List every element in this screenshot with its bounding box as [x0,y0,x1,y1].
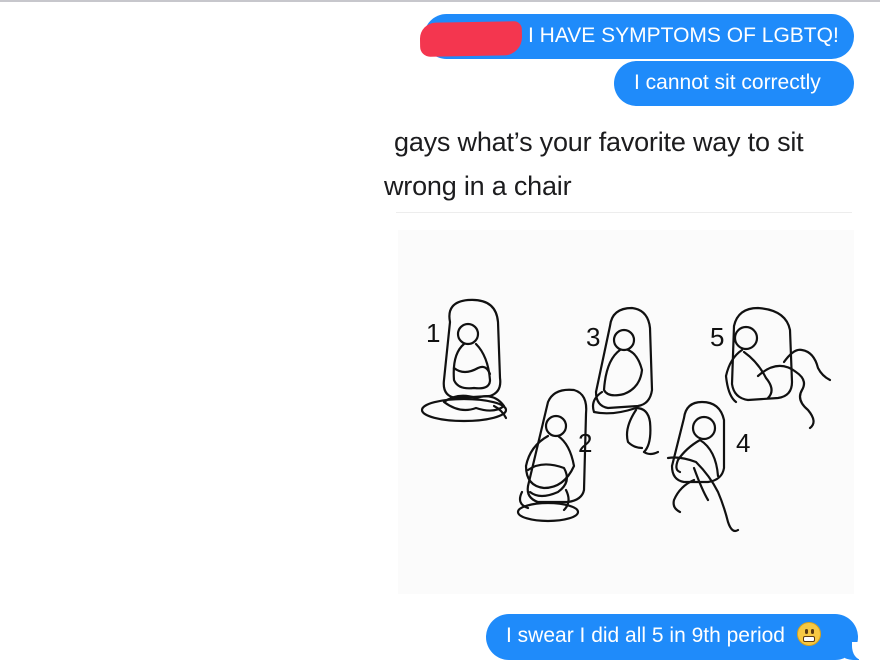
grimacing-face-icon [796,622,821,646]
message-text: I swear I did all 5 in 9th period [506,624,785,647]
figure-label: 1 [426,318,440,348]
bubble-tail [845,642,865,660]
figure-5-icon [724,306,832,430]
figure-label: 4 [736,428,750,458]
tweet-line: gays what’s your favorite way to sit [394,127,804,157]
message-text: I HAVE SYMPTOMS OF LGBTQ! [528,24,839,47]
figure-label: 3 [586,322,600,352]
figure-4-icon [666,400,740,533]
message-text: I cannot sit correctly [634,71,821,94]
figure-3-icon [591,306,660,456]
sent-message-bubble[interactable]: I cannot sit correctly [614,61,854,106]
tweet-line: wrong in a chair [384,171,572,201]
redaction-scribble [419,21,523,57]
message-thread: I HAVE SYMPTOMS OF LGBTQ! I cannot sit c… [0,0,880,664]
chair-sitting-illustration: 1 2 3 4 5 [398,230,854,594]
figure-label: 5 [710,322,724,352]
shared-image-attachment[interactable]: gays what’s your favorite way to sit wro… [384,110,854,594]
figure-2-icon [516,388,588,523]
top-divider [0,0,880,2]
figure-label: 2 [578,428,592,458]
image-divider [396,212,852,213]
sent-message-bubble[interactable]: I swear I did all 5 in 9th period [486,614,865,660]
